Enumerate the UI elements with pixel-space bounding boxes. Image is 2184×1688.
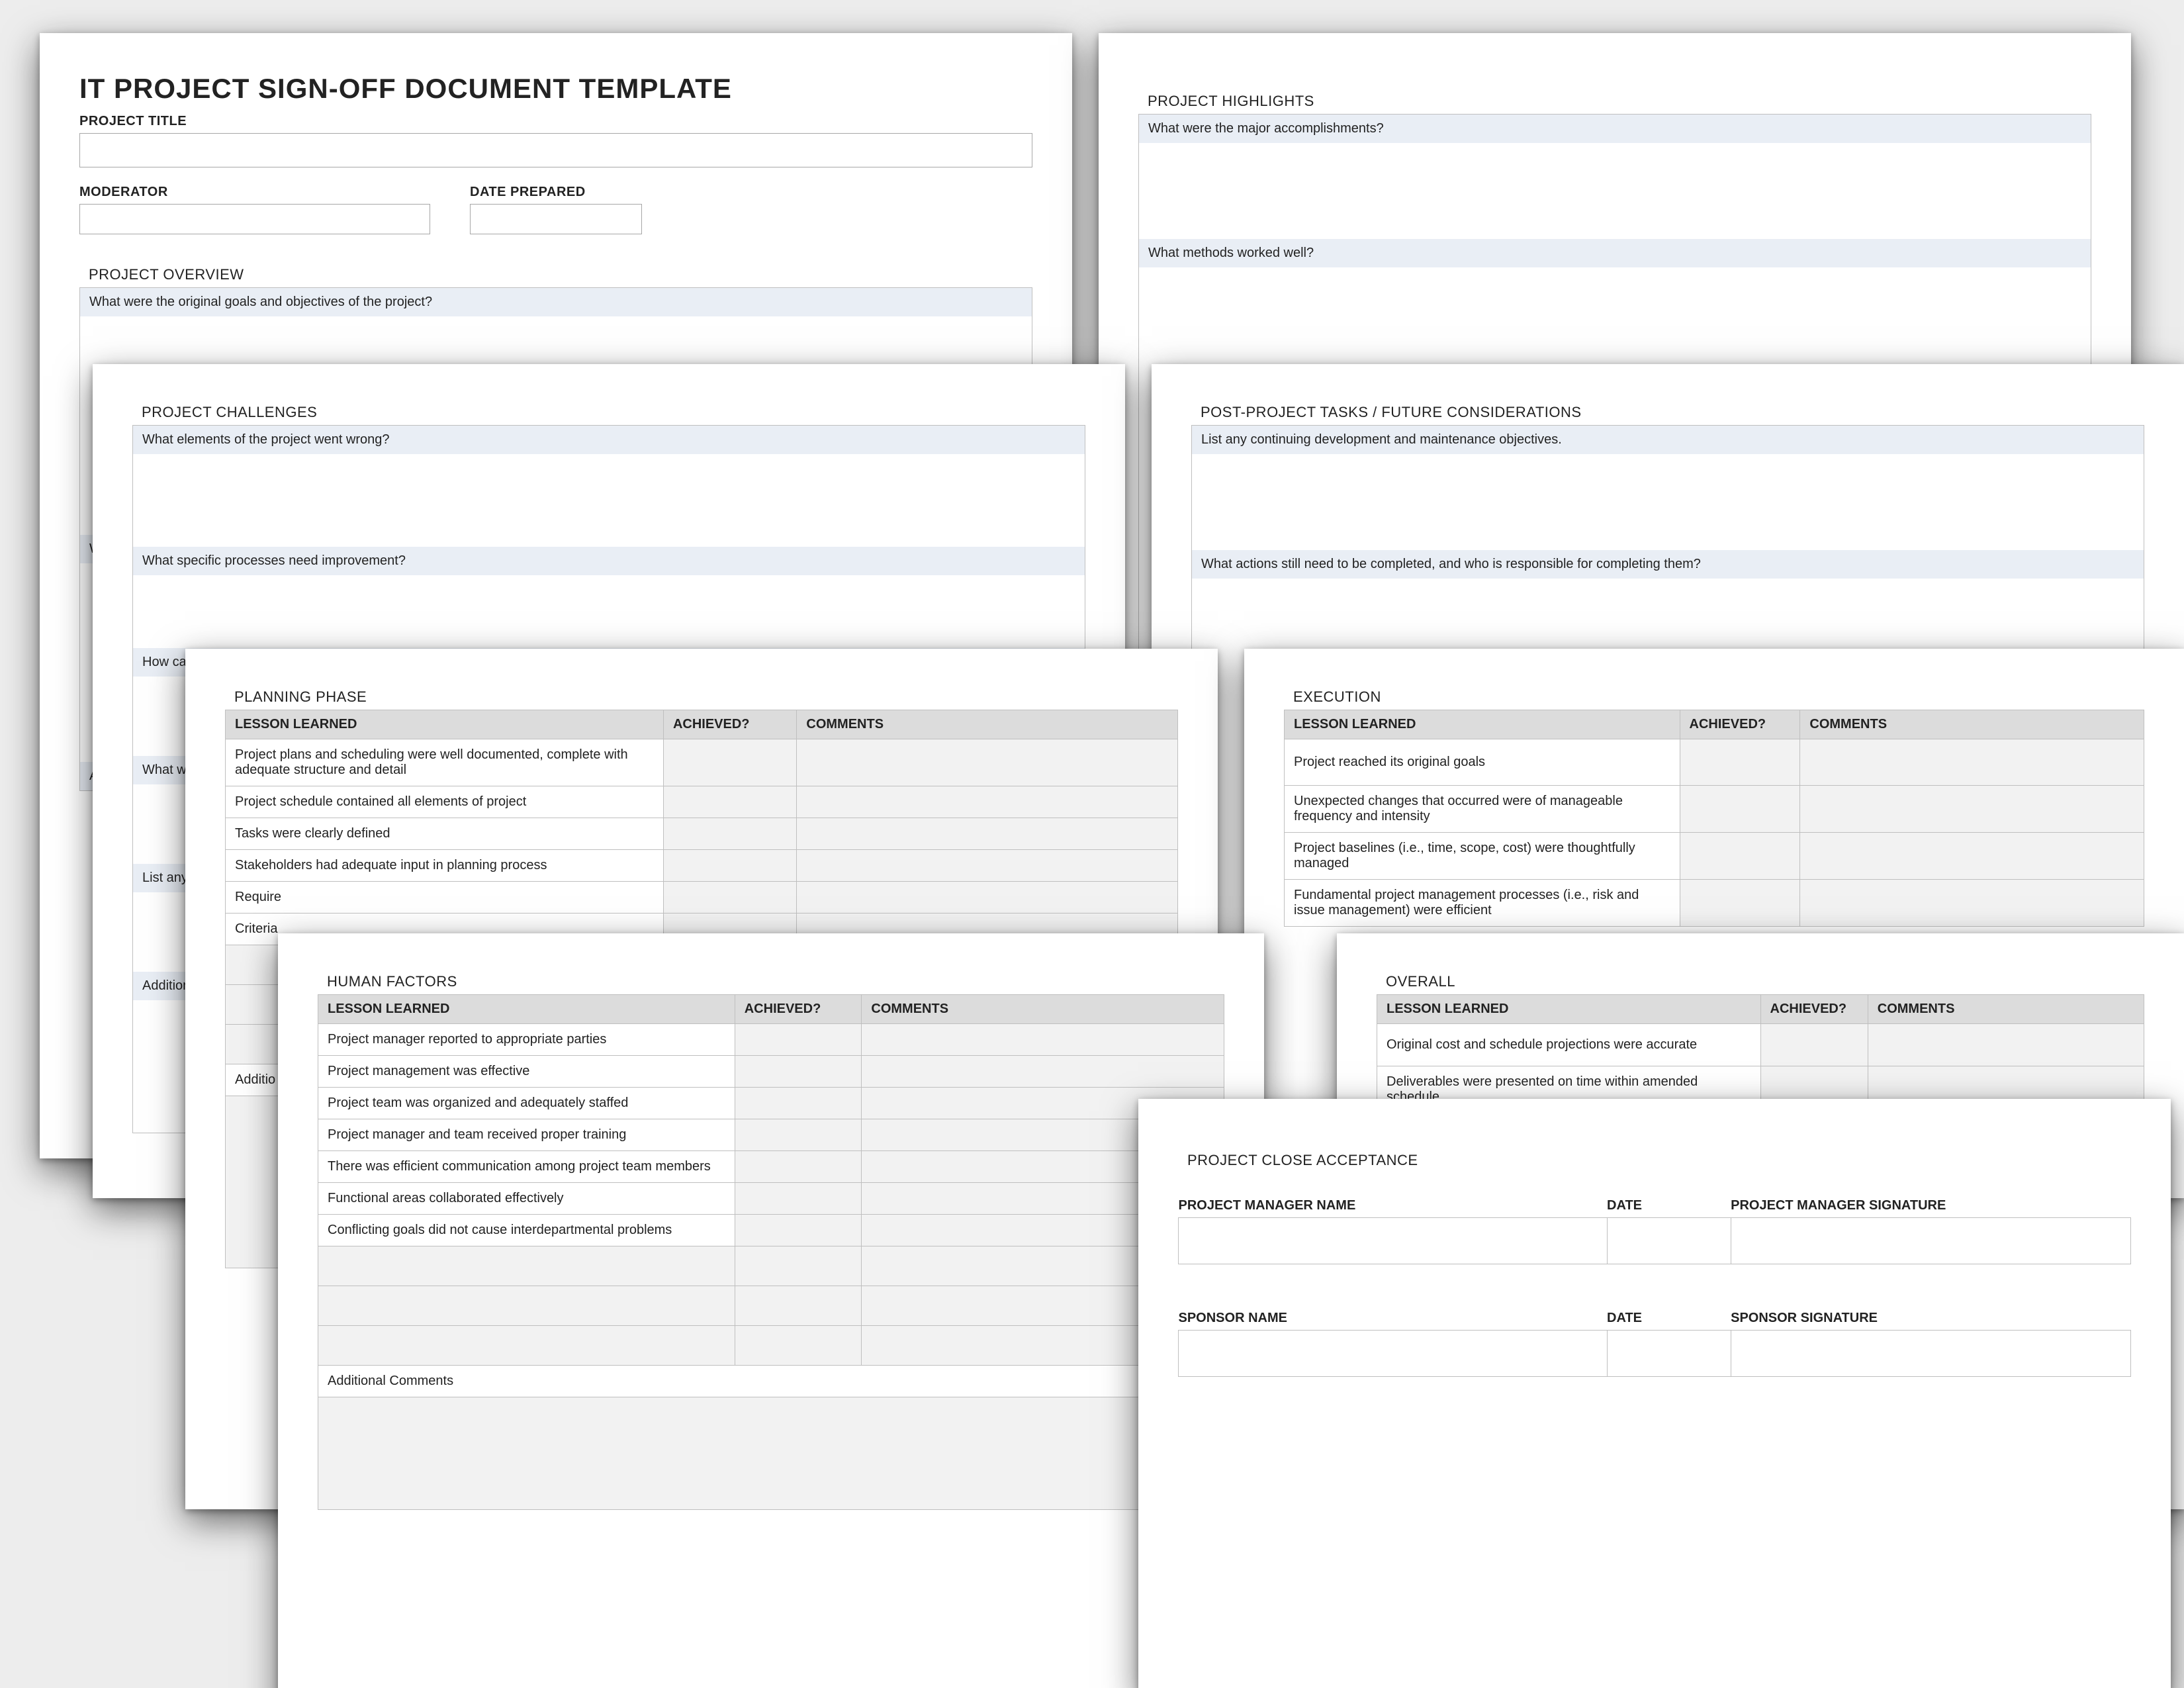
prompt-challenges-improve: What specific processes need improvement… (133, 547, 1085, 575)
table-human: LESSON LEARNED ACHIEVED? COMMENTS Projec… (318, 994, 1224, 1510)
page-human-factors: HUMAN FACTORS LESSON LEARNED ACHIEVED? C… (278, 933, 1264, 1688)
label-execution: EXECUTION (1293, 688, 2144, 706)
table-row: Original cost and schedule projections w… (1377, 1024, 2144, 1066)
table-row: Stakeholders had adequate input in plann… (226, 850, 1178, 882)
label-planning-phase: PLANNING PHASE (234, 688, 1178, 706)
label-date-prepared: DATE PREPARED (470, 185, 642, 200)
table-row (318, 1326, 1224, 1366)
input-sponsor-name[interactable] (1179, 1331, 1608, 1377)
table-row: Conflicting goals did not cause interdep… (318, 1215, 1224, 1246)
col-achieved: ACHIEVED? (735, 995, 862, 1024)
table-row: Project reached its original goals (1285, 739, 2144, 786)
col-comments: COMMENTS (862, 995, 1224, 1024)
label-project-highlights: PROJECT HIGHLIGHTS (1148, 93, 2091, 110)
label-human-factors: HUMAN FACTORS (327, 973, 1224, 990)
textarea-challenges-wrong[interactable] (133, 454, 1085, 547)
label-project-challenges: PROJECT CHALLENGES (142, 404, 1085, 421)
table-row: Project schedule contained all elements … (226, 786, 1178, 818)
prompt-highlights-methods: What methods worked well? (1139, 239, 2091, 267)
col-lesson: LESSON LEARNED (1377, 995, 1761, 1024)
table-overall: LESSON LEARNED ACHIEVED? COMMENTS Origin… (1377, 994, 2144, 1113)
label-additional-comments: Additional Comments (318, 1366, 1224, 1397)
input-moderator[interactable] (79, 204, 430, 234)
col-lesson: LESSON LEARNED (226, 710, 664, 739)
table-row: Fundamental project management processes… (1285, 880, 2144, 927)
label-pm-name: PROJECT MANAGER NAME (1179, 1198, 1608, 1218)
label-date: DATE (1607, 1198, 1731, 1218)
table-row: Tasks were clearly defined (226, 818, 1178, 850)
input-pm-date[interactable] (1607, 1218, 1731, 1264)
page-close-acceptance: PROJECT CLOSE ACCEPTANCE PROJECT MANAGER… (1138, 1099, 2171, 1688)
input-pm-name[interactable] (1179, 1218, 1608, 1264)
col-lesson: LESSON LEARNED (318, 995, 735, 1024)
col-lesson: LESSON LEARNED (1285, 710, 1680, 739)
label-overall: OVERALL (1386, 973, 2144, 990)
table-row: Project plans and scheduling were well d… (226, 739, 1178, 786)
table-row: Project baselines (i.e., time, scope, co… (1285, 833, 2144, 880)
table-row (318, 1286, 1224, 1326)
table-row (318, 1246, 1224, 1286)
label-date: DATE (1607, 1311, 1731, 1331)
input-project-title[interactable] (79, 133, 1032, 167)
label-sponsor-name: SPONSOR NAME (1179, 1311, 1608, 1331)
prompt-post-actions: What actions still need to be completed,… (1192, 550, 2144, 579)
prompt-post-list: List any continuing development and main… (1192, 426, 2144, 454)
label-sponsor-sig: SPONSOR SIGNATURE (1731, 1311, 2130, 1331)
document-title: IT PROJECT SIGN-OFF DOCUMENT TEMPLATE (79, 73, 1032, 105)
label-project-overview: PROJECT OVERVIEW (89, 266, 1032, 283)
table-row: There was efficient communication among … (318, 1151, 1224, 1183)
textarea-challenges-improve[interactable] (133, 575, 1085, 648)
table-row: Project manager and team received proper… (318, 1119, 1224, 1151)
input-sponsor-date[interactable] (1607, 1331, 1731, 1377)
table-row: Functional areas collaborated effectivel… (318, 1183, 1224, 1215)
label-pm-sig: PROJECT MANAGER SIGNATURE (1731, 1198, 2130, 1218)
textarea-post-list[interactable] (1192, 454, 2144, 550)
prompt-overview-goals: What were the original goals and objecti… (80, 288, 1032, 316)
col-comments: COMMENTS (797, 710, 1178, 739)
col-achieved: ACHIEVED? (663, 710, 796, 739)
signoff-pm: PROJECT MANAGER NAME DATE PROJECT MANAGE… (1178, 1198, 2131, 1264)
label-moderator: MODERATOR (79, 185, 430, 200)
table-row: Project manager reported to appropriate … (318, 1024, 1224, 1056)
signoff-sponsor: SPONSOR NAME DATE SPONSOR SIGNATURE (1178, 1311, 2131, 1377)
label-project-close: PROJECT CLOSE ACCEPTANCE (1187, 1152, 2131, 1169)
input-date-prepared[interactable] (470, 204, 642, 234)
label-post-project: POST-PROJECT TASKS / FUTURE CONSIDERATIO… (1201, 404, 2144, 421)
col-achieved: ACHIEVED? (1760, 995, 1868, 1024)
table-row: Project management was effective (318, 1056, 1224, 1088)
prompt-challenges-wrong: What elements of the project went wrong? (133, 426, 1085, 454)
textarea-human-additional[interactable] (318, 1397, 1224, 1510)
table-row: Project team was organized and adequatel… (318, 1088, 1224, 1119)
col-comments: COMMENTS (1868, 995, 2144, 1024)
prompt-highlights-accomplishments: What were the major accomplishments? (1139, 115, 2091, 143)
table-row: Require (226, 882, 1178, 914)
table-execution: LESSON LEARNED ACHIEVED? COMMENTS Projec… (1284, 710, 2144, 927)
input-sponsor-sig[interactable] (1731, 1331, 2130, 1377)
col-achieved: ACHIEVED? (1680, 710, 1800, 739)
label-project-title: PROJECT TITLE (79, 114, 1032, 129)
table-row: Unexpected changes that occurred were of… (1285, 786, 2144, 833)
input-pm-sig[interactable] (1731, 1218, 2130, 1264)
textarea-highlights-accomplishments[interactable] (1139, 143, 2091, 239)
col-comments: COMMENTS (1800, 710, 2144, 739)
